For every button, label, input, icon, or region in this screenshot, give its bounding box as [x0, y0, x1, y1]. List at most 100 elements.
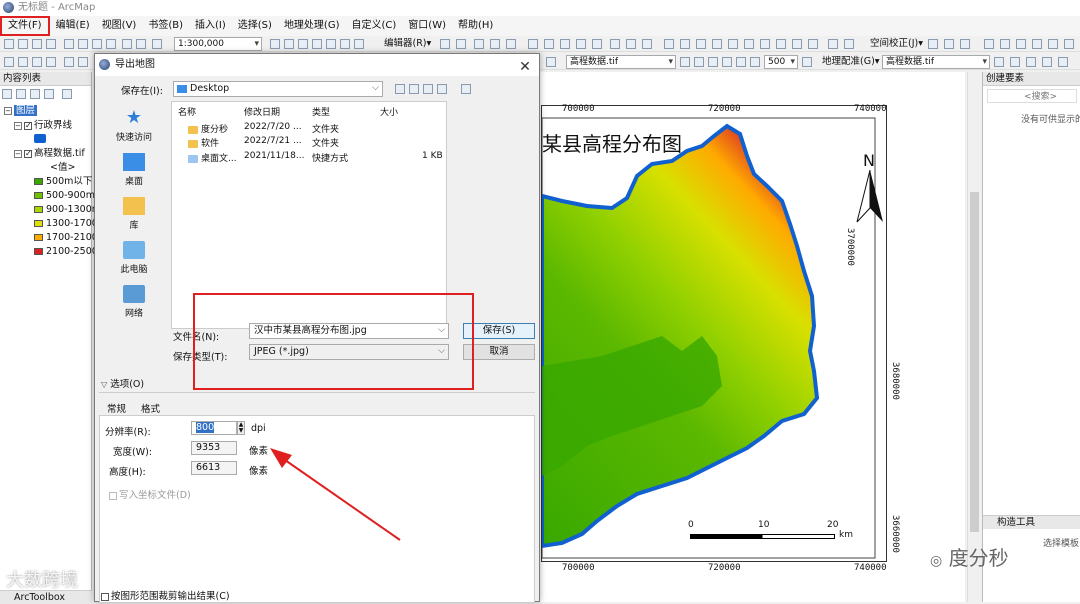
options-toggle[interactable]: ▽ 选项(O)	[101, 376, 144, 390]
save-icon[interactable]	[32, 39, 42, 49]
split-icon[interactable]	[576, 39, 586, 49]
display-icon[interactable]	[750, 57, 760, 67]
python-icon[interactable]	[340, 39, 350, 49]
place-libraries[interactable]: 库	[101, 197, 167, 231]
map-scale-combo[interactable]: 1:300,000	[174, 37, 262, 51]
straight-segment-icon[interactable]	[474, 39, 484, 49]
map-vertical-scrollbar[interactable]	[967, 72, 981, 602]
up-folder-icon[interactable]	[409, 84, 419, 94]
adjust-icon-1[interactable]	[944, 39, 954, 49]
topology-icon-4[interactable]	[712, 39, 722, 49]
undo-icon[interactable]	[122, 39, 132, 49]
zoom-in-icon[interactable]	[4, 57, 14, 67]
back-icon[interactable]	[395, 84, 405, 94]
menu-insert[interactable]: 插入(I)	[189, 16, 232, 36]
georef-icon-2[interactable]	[1010, 57, 1020, 67]
editor-menu[interactable]: 编辑器(R)▾	[384, 36, 431, 52]
resolution-spinner[interactable]: ▲ ▼	[237, 421, 245, 435]
checkbox-box[interactable]	[109, 491, 117, 500]
open-icon[interactable]	[18, 39, 28, 49]
add-data-icon[interactable]	[152, 39, 162, 49]
collapse-icon[interactable]: −	[14, 149, 22, 158]
new-document-icon[interactable]	[4, 39, 14, 49]
adjust-icon-2[interactable]	[960, 39, 970, 49]
topology-icon-11[interactable]	[828, 39, 838, 49]
spatial-adjustment-menu[interactable]: 空间校正(J)▾	[870, 36, 923, 52]
trace-icon[interactable]	[506, 39, 516, 49]
save-in-dropdown[interactable]: Desktop	[173, 81, 383, 97]
adjust-icon-4[interactable]	[1000, 39, 1010, 49]
column-type[interactable]: 类型	[312, 105, 330, 118]
zoom-value-combo[interactable]: 500	[764, 55, 798, 69]
column-date[interactable]: 修改日期	[244, 105, 280, 118]
editor-toolbar-icon[interactable]	[270, 39, 280, 49]
copy-icon[interactable]	[78, 39, 88, 49]
layer-visibility-checkbox[interactable]	[24, 147, 32, 160]
georef-icon-4[interactable]	[1042, 57, 1052, 67]
place-quick-access[interactable]: ★ 快速访问	[101, 109, 167, 144]
flicker-icon[interactable]	[736, 57, 746, 67]
topology-icon-2[interactable]	[680, 39, 690, 49]
topology-icon-9[interactable]	[792, 39, 802, 49]
adjust-icon-6[interactable]	[1032, 39, 1042, 49]
collapse-icon[interactable]: −	[14, 121, 22, 130]
place-this-pc[interactable]: 此电脑	[101, 241, 167, 275]
rotate-icon[interactable]	[592, 39, 602, 49]
list-by-visibility-icon[interactable]	[30, 89, 40, 99]
modelbuilder-icon[interactable]	[354, 39, 364, 49]
menu-selection[interactable]: 选择(S)	[232, 16, 278, 36]
scrollbar-thumb[interactable]	[970, 192, 979, 532]
swipe-icon[interactable]	[722, 57, 732, 67]
topology-icon-6[interactable]	[744, 39, 754, 49]
place-network[interactable]: 网络	[101, 285, 167, 319]
cut-polygons-icon[interactable]	[560, 39, 570, 49]
edit-annotation-icon[interactable]	[456, 39, 466, 49]
edit-tool-icon[interactable]	[440, 39, 450, 49]
column-size[interactable]: 大小	[380, 105, 398, 118]
georef-icon-3[interactable]	[1026, 57, 1036, 67]
topology-icon-10[interactable]	[808, 39, 818, 49]
full-extent-icon[interactable]	[46, 57, 56, 67]
zoom-to-layer-icon[interactable]	[802, 57, 812, 67]
template-search-input[interactable]: <搜索>	[987, 89, 1077, 103]
layer-visibility-checkbox[interactable]	[24, 119, 32, 132]
toc-layer-elevation[interactable]: −高程数据.tif	[14, 147, 85, 160]
adjust-icon-5[interactable]	[1016, 39, 1026, 49]
menu-edit[interactable]: 编辑(E)	[50, 16, 96, 36]
endpoint-arc-icon[interactable]	[490, 39, 500, 49]
new-folder-icon[interactable]	[423, 84, 433, 94]
menu-windows[interactable]: 窗口(W)	[402, 16, 452, 36]
place-desktop[interactable]: 桌面	[101, 153, 167, 187]
topology-icon-3[interactable]	[696, 39, 706, 49]
delete-icon[interactable]	[106, 39, 116, 49]
select-elements-icon[interactable]	[928, 39, 938, 49]
menu-bookmarks[interactable]: 书签(B)	[142, 16, 189, 36]
topology-icon-1[interactable]	[664, 39, 674, 49]
tab-general[interactable]: 常规	[107, 401, 126, 415]
adjust-icon-7[interactable]	[1048, 39, 1058, 49]
toc-options-icon[interactable]	[62, 89, 72, 99]
contrast-icon[interactable]	[680, 57, 690, 67]
arctoolbox-icon[interactable]	[326, 39, 336, 49]
topology-icon-7[interactable]	[760, 39, 770, 49]
topology-icon-12[interactable]	[844, 39, 854, 49]
transparency-icon[interactable]	[708, 57, 718, 67]
add-control-points-icon[interactable]	[994, 57, 1004, 67]
close-icon[interactable]: ✕	[517, 56, 533, 78]
adjust-icon-8[interactable]	[1064, 39, 1074, 49]
edit-vertices-icon[interactable]	[528, 39, 538, 49]
georef-layer-combo[interactable]: 高程数据.tif	[882, 55, 990, 69]
list-by-drawing-order-icon[interactable]	[2, 89, 12, 99]
resolution-input[interactable]: 800	[191, 421, 237, 435]
checkbox-box[interactable]	[101, 592, 109, 601]
create-features-icon[interactable]	[642, 39, 652, 49]
georef-icon-5[interactable]	[1058, 57, 1068, 67]
fixed-zoom-out-icon[interactable]	[78, 57, 88, 67]
list-by-selection-icon[interactable]	[44, 89, 54, 99]
menu-customize[interactable]: 自定义(C)	[346, 16, 403, 36]
menu-help[interactable]: 帮助(H)	[452, 16, 499, 36]
catalog-window-icon[interactable]	[298, 39, 308, 49]
brightness-icon[interactable]	[694, 57, 704, 67]
write-coords-checkbox[interactable]: 写入坐标文件(D)	[109, 487, 191, 501]
attributes-icon[interactable]	[610, 39, 620, 49]
